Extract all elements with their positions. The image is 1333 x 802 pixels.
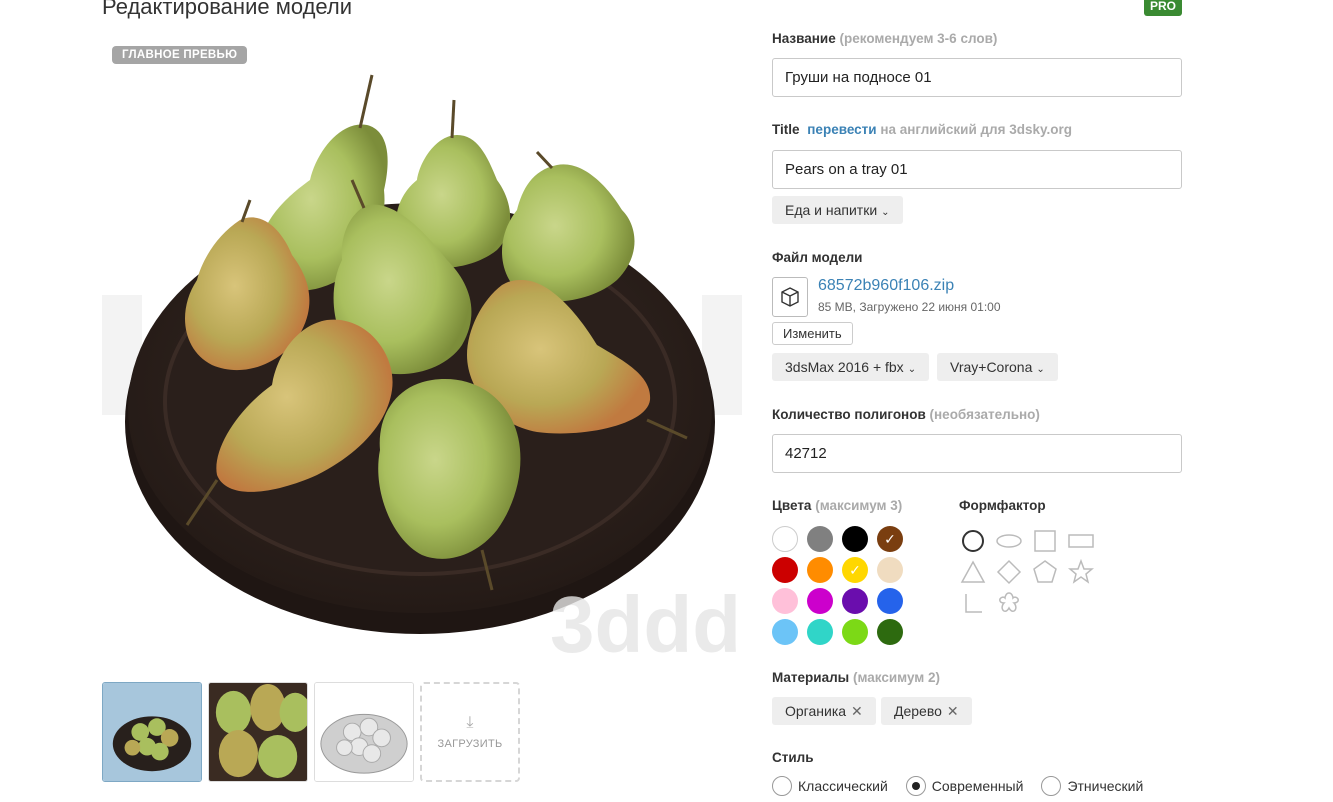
close-icon[interactable]: ✕ bbox=[947, 703, 959, 719]
style-option-classic[interactable]: Классический bbox=[772, 776, 888, 796]
rectangle-icon[interactable] bbox=[1066, 526, 1096, 556]
color-swatch-black[interactable] bbox=[842, 526, 868, 552]
color-swatch-gray[interactable] bbox=[807, 526, 833, 552]
renderer-dropdown[interactable]: Vray+Corona ⌄ bbox=[937, 353, 1058, 381]
chevron-down-icon: ⌄ bbox=[907, 364, 917, 375]
polygons-label: Количество полигонов (необязательно) bbox=[772, 407, 1040, 422]
name-input[interactable] bbox=[772, 58, 1182, 97]
format-dropdown[interactable]: 3dsMax 2016 + fbx ⌄ bbox=[772, 353, 930, 381]
radio-button[interactable] bbox=[905, 776, 926, 796]
star-icon[interactable] bbox=[1066, 557, 1096, 587]
thumbnail-3[interactable] bbox=[314, 682, 414, 782]
pro-badge: PRO bbox=[1144, 0, 1183, 16]
color-swatch-blue[interactable] bbox=[877, 588, 903, 614]
materials-label: Материалы (максимум 2) bbox=[772, 670, 941, 685]
color-swatch-beige[interactable] bbox=[877, 557, 903, 583]
color-swatch-light-blue[interactable] bbox=[772, 619, 798, 645]
color-swatch-dark-green[interactable] bbox=[877, 619, 903, 645]
diamond-icon[interactable] bbox=[994, 557, 1024, 587]
formfactor-grid bbox=[958, 526, 1096, 618]
flower-icon[interactable] bbox=[994, 588, 1024, 618]
color-swatch-white[interactable] bbox=[772, 526, 798, 552]
triangle-icon[interactable] bbox=[958, 557, 988, 587]
close-icon[interactable]: ✕ bbox=[851, 703, 863, 719]
file-label: Файл модели bbox=[772, 250, 863, 265]
formfactor-label: Формфактор bbox=[959, 498, 1046, 513]
chevron-down-icon: ⌄ bbox=[881, 207, 890, 218]
pentagon-icon[interactable] bbox=[1030, 557, 1060, 587]
thumbnail-1[interactable] bbox=[102, 682, 202, 782]
style-option-ethnic[interactable]: Этнический bbox=[1041, 776, 1143, 796]
title-input[interactable] bbox=[772, 150, 1182, 189]
name-label: Название (рекомендуем 3-6 слов) bbox=[772, 31, 998, 46]
chevron-down-icon: ⌄ bbox=[1036, 364, 1045, 375]
title-label: Title перевести на английский для 3dsky.… bbox=[772, 122, 1073, 137]
radio-button[interactable] bbox=[772, 776, 792, 796]
color-palette: ✓ ✓ bbox=[772, 526, 903, 645]
watermark-logo: 3ddd bbox=[550, 580, 741, 669]
polygons-input[interactable] bbox=[772, 434, 1182, 473]
cube-icon bbox=[772, 277, 808, 317]
color-swatch-magenta[interactable] bbox=[807, 588, 833, 614]
color-swatch-lime[interactable] bbox=[842, 619, 868, 645]
color-swatch-red[interactable] bbox=[772, 557, 798, 583]
category-dropdown[interactable]: Еда и напитки ⌄ bbox=[772, 196, 903, 224]
page-title: Редактирование модели bbox=[102, 0, 353, 19]
style-option-modern[interactable]: Современный bbox=[905, 776, 1023, 796]
thumbnail-2[interactable] bbox=[208, 682, 308, 782]
l-shape-icon[interactable] bbox=[958, 588, 988, 618]
colors-label: Цвета (максимум 3) bbox=[772, 498, 903, 513]
color-swatch-turquoise[interactable] bbox=[807, 619, 833, 645]
file-name-link[interactable]: 68572b960f106.zip bbox=[818, 277, 954, 295]
radio-button[interactable] bbox=[1041, 776, 1062, 796]
upload-label: ЗАГРУЗИТЬ bbox=[437, 738, 503, 750]
style-label: Стиль bbox=[772, 750, 814, 765]
color-swatch-purple[interactable] bbox=[842, 588, 868, 614]
color-swatch-orange[interactable] bbox=[807, 557, 833, 583]
check-icon: ✓ bbox=[849, 561, 861, 578]
main-preview-badge: ГЛАВНОЕ ПРЕВЬЮ bbox=[112, 46, 248, 64]
color-swatch-pink[interactable] bbox=[772, 588, 798, 614]
main-preview[interactable]: 3ddd ГЛАВНОЕ ПРЕВЬЮ bbox=[102, 40, 742, 670]
color-swatch-yellow[interactable]: ✓ bbox=[842, 557, 868, 583]
ellipse-icon[interactable] bbox=[994, 526, 1024, 556]
circle-icon[interactable] bbox=[958, 526, 988, 556]
download-icon: ⤓ bbox=[466, 714, 474, 731]
material-tag-wood[interactable]: Дерево ✕ bbox=[881, 697, 972, 725]
square-icon[interactable] bbox=[1030, 526, 1060, 556]
thumbnail-strip: ⤓ ЗАГРУЗИТЬ bbox=[102, 682, 520, 782]
change-file-button[interactable]: Изменить bbox=[772, 322, 853, 345]
check-icon: ✓ bbox=[884, 530, 896, 547]
main-preview-image: 3ddd bbox=[102, 74, 742, 669]
upload-preview-button[interactable]: ⤓ ЗАГРУЗИТЬ bbox=[420, 682, 520, 782]
style-radio-group: Классический Современный Этнический bbox=[772, 776, 1143, 796]
color-swatch-brown[interactable]: ✓ bbox=[877, 526, 903, 552]
material-tag-organics[interactable]: Органика ✕ bbox=[772, 697, 876, 725]
file-meta: 85 MB, Загружено 22 июня 01:00 bbox=[818, 300, 1001, 314]
translate-link[interactable]: перевести bbox=[807, 122, 876, 137]
